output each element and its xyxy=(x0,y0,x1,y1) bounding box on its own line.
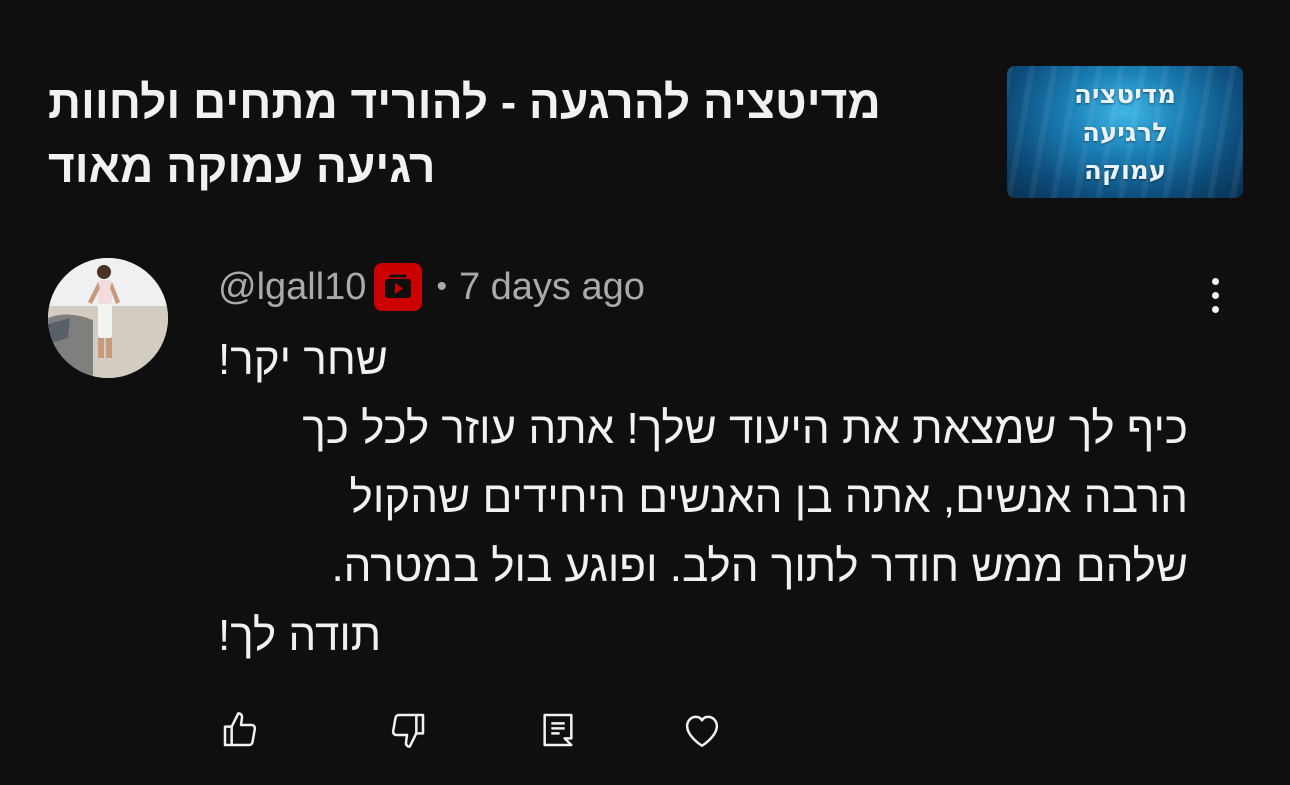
youtube-member-badge-icon xyxy=(374,263,423,311)
more-dot xyxy=(1211,305,1219,313)
thumbs-up-icon xyxy=(223,712,257,747)
comment-line: שחר יקר! xyxy=(218,335,388,384)
heart-button[interactable] xyxy=(672,700,732,760)
comment-line: כיף לך שמצאת את היעוד שלך! אתה עוזר לכל … xyxy=(302,404,1188,453)
avatar[interactable] xyxy=(48,258,168,378)
comment: @lgall10 • 7 days ago שחר יקר! כיף לך שמ… xyxy=(0,240,1290,785)
comment-actions xyxy=(0,700,1290,760)
comment-timestamp[interactable]: 7 days ago xyxy=(459,266,645,309)
more-vertical-icon[interactable] xyxy=(1198,270,1232,320)
thumbnail-text-line: לרגיעה xyxy=(1082,118,1168,148)
video-title[interactable]: מדיטציה להרגעה - להוריד מתחים ולחוות רגי… xyxy=(48,70,988,198)
video-thumbnail[interactable]: מדיטציה לרגיעה עמוקה xyxy=(1007,66,1243,198)
reply-comment-icon xyxy=(543,713,573,747)
heart-icon xyxy=(685,715,719,747)
more-dot xyxy=(1211,291,1219,299)
meta-separator: • xyxy=(436,270,447,303)
thumbnail-text: מדיטציה לרגיעה עמוקה xyxy=(1007,76,1243,190)
like-button[interactable] xyxy=(210,700,270,760)
comment-line: הרבה אנשים, אתה בן האנשים היחידים שהקול xyxy=(349,473,1188,522)
author-name[interactable]: @lgall10 xyxy=(218,266,366,309)
comment-line: תודה לך! xyxy=(218,611,382,660)
comment-line: שלהם ממש חודר לתוך הלב. ופוגע בול במטרה. xyxy=(331,542,1188,591)
thumbnail-text-line: עמוקה xyxy=(1083,156,1167,186)
comment-text: שחר יקר! כיף לך שמצאת את היעוד שלך! אתה … xyxy=(218,325,1188,670)
thumbnail-text-line: מדיטציה xyxy=(1074,80,1176,110)
comment-meta: @lgall10 • 7 days ago xyxy=(218,262,645,312)
avatar-photo xyxy=(48,258,168,378)
video-header: מדיטציה להרגעה - להוריד מתחים ולחוות רגי… xyxy=(0,0,1290,230)
more-dot xyxy=(1211,277,1219,285)
dislike-button[interactable] xyxy=(378,700,438,760)
reply-button[interactable] xyxy=(528,700,588,760)
thumbs-down-icon xyxy=(391,713,425,748)
